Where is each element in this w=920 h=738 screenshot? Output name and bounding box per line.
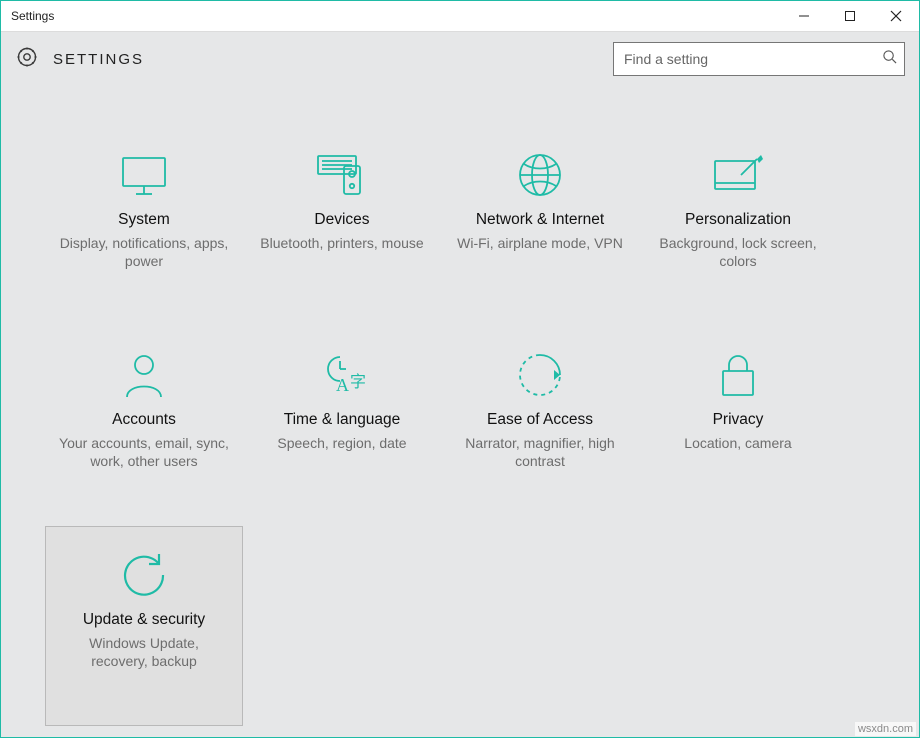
tile-subtitle: Display, notifications, apps, power bbox=[59, 234, 229, 272]
settings-grid: System Display, notifications, apps, pow… bbox=[45, 126, 879, 726]
update-security-icon bbox=[119, 547, 169, 603]
time-language-icon: A 字 bbox=[316, 347, 368, 403]
tile-system[interactable]: System Display, notifications, apps, pow… bbox=[45, 126, 243, 326]
tile-subtitle: Wi-Fi, airplane mode, VPN bbox=[457, 234, 623, 253]
tile-subtitle: Windows Update, recovery, backup bbox=[59, 634, 229, 672]
devices-icon bbox=[314, 147, 370, 203]
personalization-icon bbox=[711, 147, 765, 203]
tile-title: Accounts bbox=[112, 411, 176, 430]
tile-title: Time & language bbox=[284, 411, 401, 430]
tile-title: Devices bbox=[314, 211, 369, 230]
accounts-icon bbox=[121, 347, 167, 403]
tile-subtitle: Bluetooth, printers, mouse bbox=[260, 234, 423, 253]
tile-network[interactable]: Network & Internet Wi-Fi, airplane mode,… bbox=[441, 126, 639, 326]
network-icon bbox=[515, 147, 565, 203]
tile-accounts[interactable]: Accounts Your accounts, email, sync, wor… bbox=[45, 326, 243, 526]
tile-subtitle: Your accounts, email, sync, work, other … bbox=[59, 434, 229, 472]
content-area: System Display, notifications, apps, pow… bbox=[1, 86, 919, 737]
watermark: wsxdn.com bbox=[855, 722, 916, 736]
tile-devices[interactable]: Devices Bluetooth, printers, mouse bbox=[243, 126, 441, 326]
privacy-icon bbox=[717, 347, 759, 403]
ease-of-access-icon bbox=[515, 347, 565, 403]
gear-icon bbox=[15, 45, 39, 74]
tile-title: Ease of Access bbox=[487, 411, 593, 430]
close-button[interactable] bbox=[873, 1, 919, 31]
tile-title: Privacy bbox=[713, 411, 764, 430]
search-icon[interactable] bbox=[874, 49, 904, 69]
tile-personalization[interactable]: Personalization Background, lock screen,… bbox=[639, 126, 837, 326]
page-title: SETTINGS bbox=[53, 51, 144, 68]
system-icon bbox=[118, 147, 170, 203]
svg-text:A: A bbox=[336, 375, 349, 395]
tile-subtitle: Background, lock screen, colors bbox=[653, 234, 823, 272]
header: SETTINGS bbox=[1, 32, 919, 86]
tile-ease-of-access[interactable]: Ease of Access Narrator, magnifier, high… bbox=[441, 326, 639, 526]
search-input[interactable] bbox=[614, 51, 874, 67]
minimize-button[interactable] bbox=[781, 1, 827, 31]
tile-subtitle: Narrator, magnifier, high contrast bbox=[455, 434, 625, 472]
maximize-button[interactable] bbox=[827, 1, 873, 31]
tile-title: Update & security bbox=[83, 611, 205, 630]
tile-privacy[interactable]: Privacy Location, camera bbox=[639, 326, 837, 526]
tile-time-language[interactable]: A 字 Time & language Speech, region, date bbox=[243, 326, 441, 526]
tile-title: Network & Internet bbox=[476, 211, 604, 230]
svg-text:字: 字 bbox=[350, 373, 366, 391]
tile-subtitle: Location, camera bbox=[684, 434, 791, 453]
tile-subtitle: Speech, region, date bbox=[277, 434, 406, 453]
tile-update-security[interactable]: Update & security Windows Update, recove… bbox=[45, 526, 243, 726]
tile-title: Personalization bbox=[685, 211, 791, 230]
tile-title: System bbox=[118, 211, 170, 230]
search-box[interactable] bbox=[613, 42, 905, 76]
titlebar: Settings bbox=[1, 1, 919, 32]
window-title: Settings bbox=[1, 9, 54, 23]
